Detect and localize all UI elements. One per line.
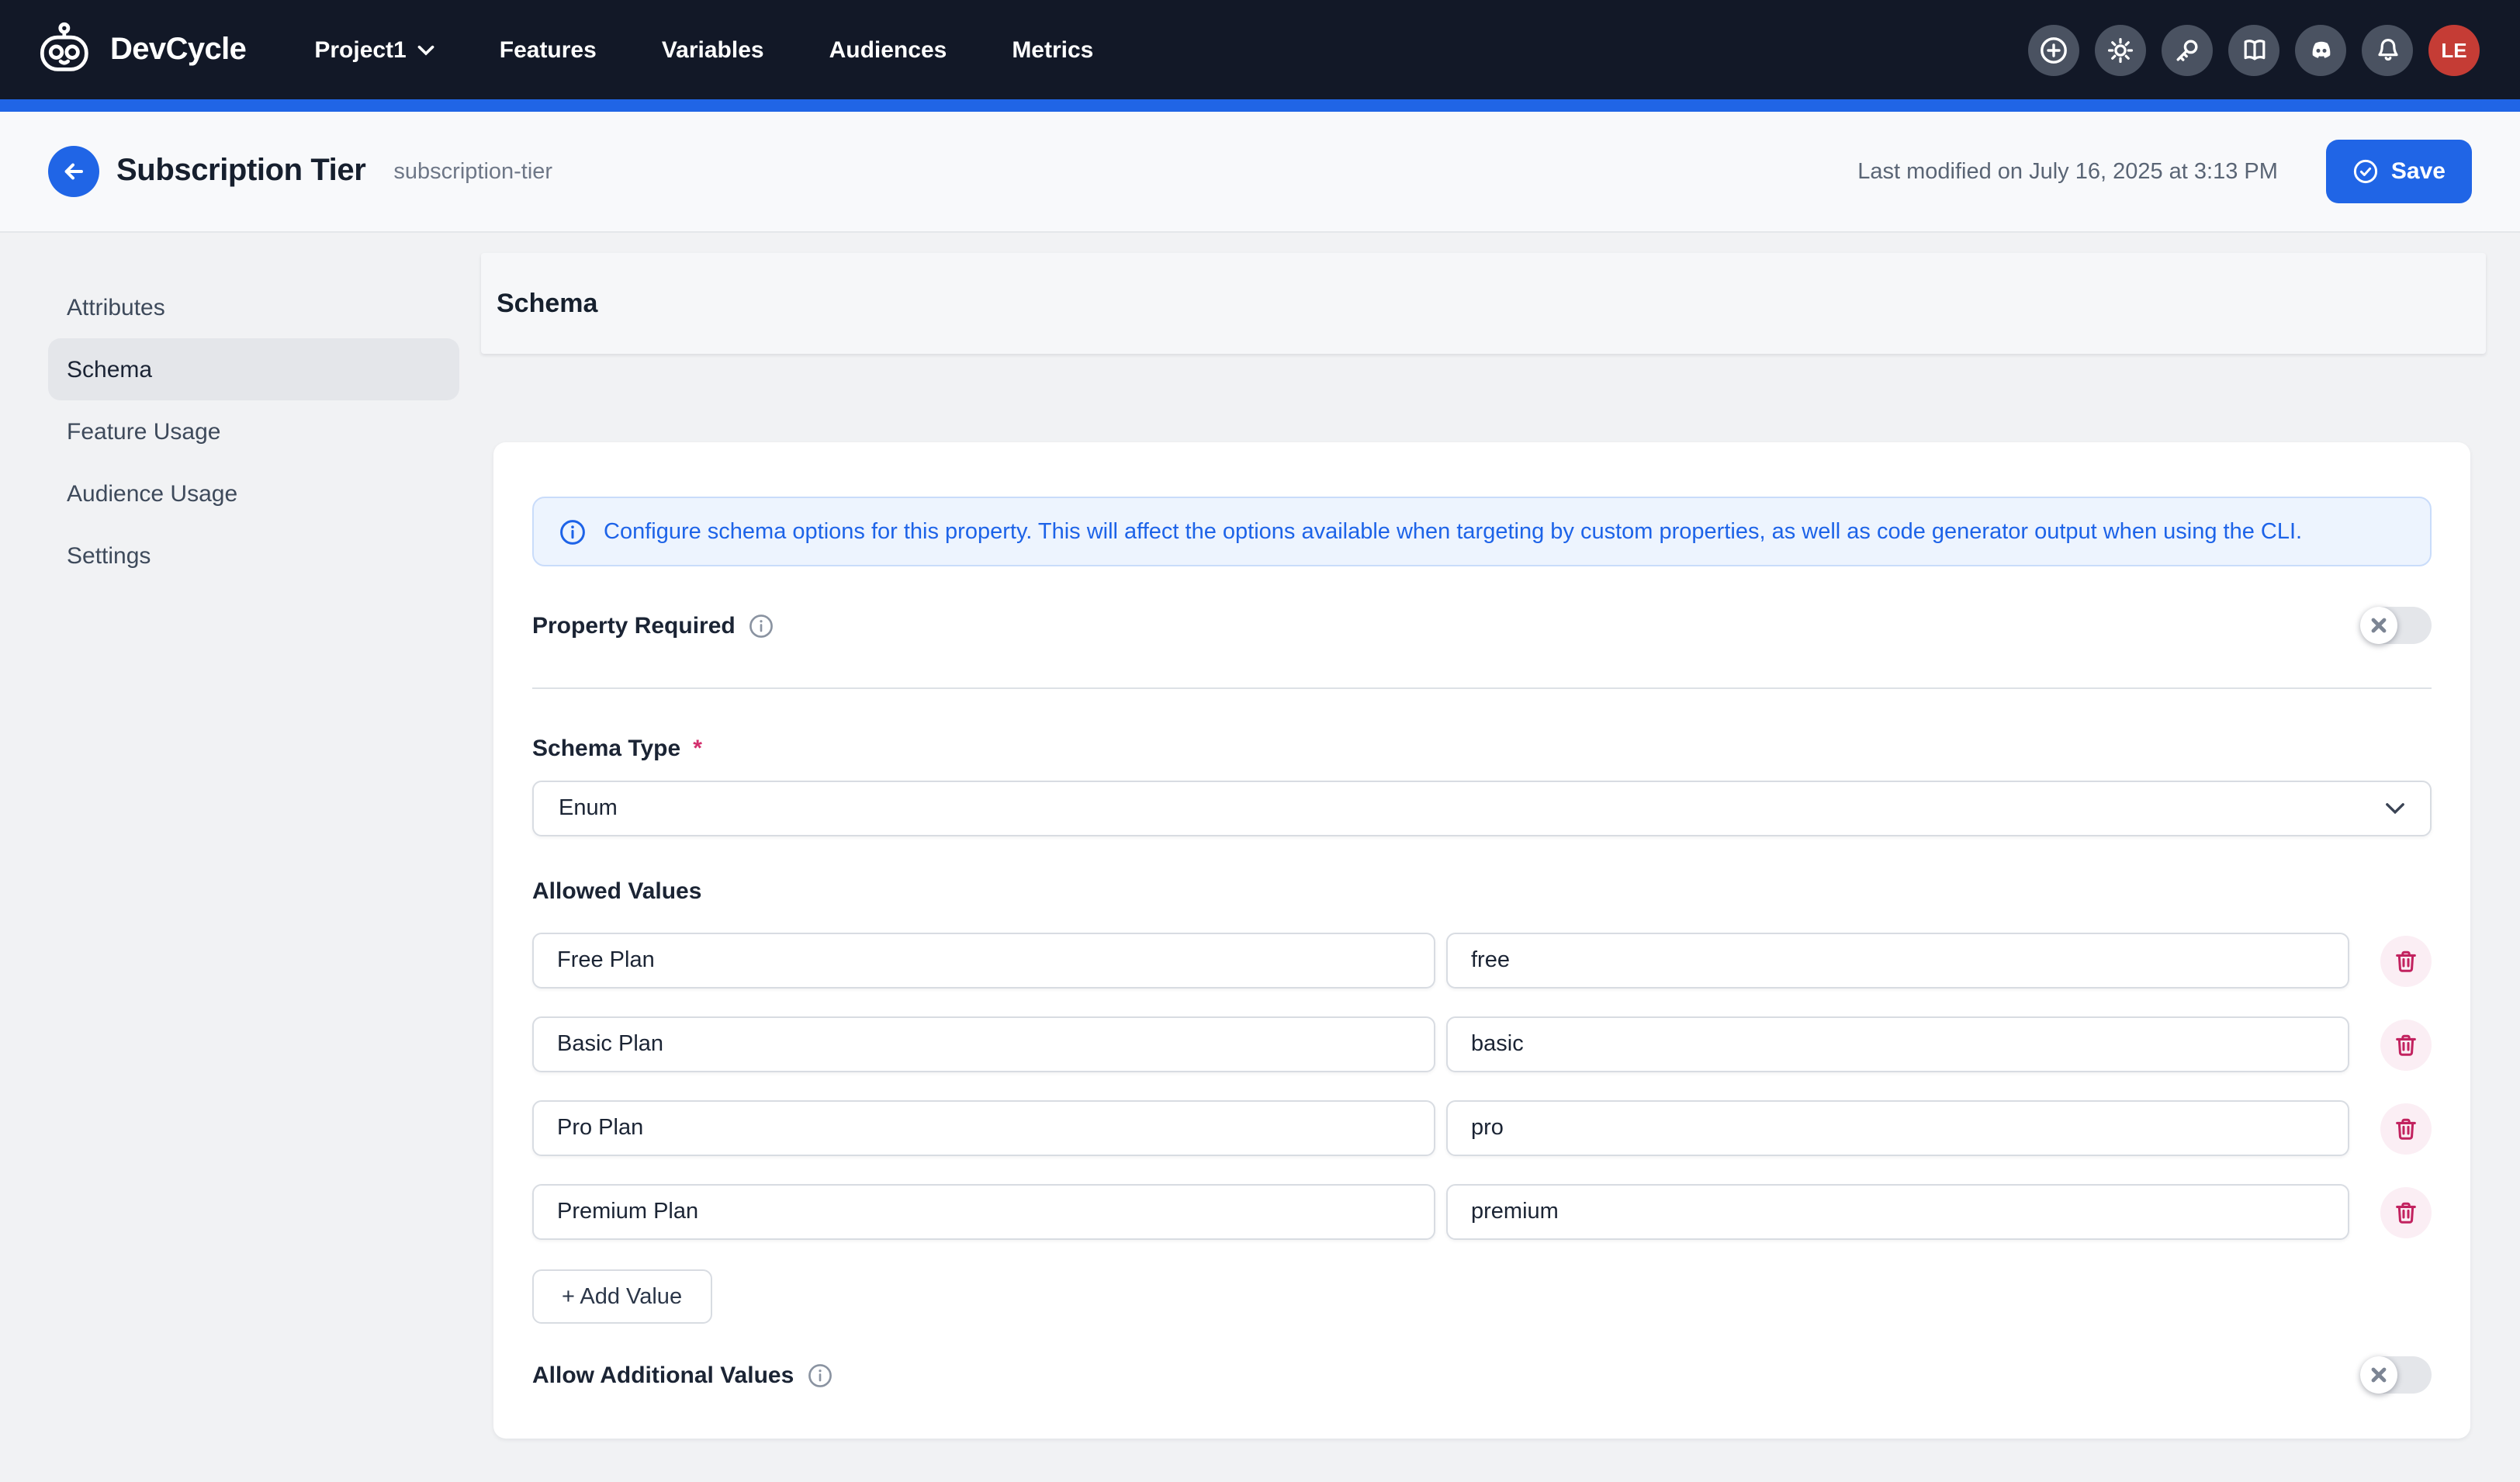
allow-additional-values-label: Allow Additional Values [532,1362,832,1388]
value-label-input[interactable] [532,1184,1435,1240]
chevron-down-icon [2385,802,2405,815]
schema-type-label: Schema Type * [532,736,2432,762]
brand-name: DevCycle [110,32,246,68]
settings-button[interactable] [2095,24,2146,75]
documentation-button[interactable] [2228,24,2279,75]
property-key: subscription-tier [393,159,552,184]
info-banner: Configure schema options for this proper… [532,497,2432,566]
value-label-input[interactable] [532,1016,1435,1072]
allowed-values-label: Allowed Values [532,878,2432,905]
sidebar-item-feature-usage[interactable]: Feature Usage [48,400,459,462]
last-modified-text: Last modified on July 16, 2025 at 3:13 P… [1857,159,2278,184]
value-key-input[interactable] [1446,1016,2349,1072]
check-circle-icon [2352,158,2379,185]
discord-icon [2307,36,2335,64]
value-label-input[interactable] [532,933,1435,989]
accent-strip [0,99,2520,112]
page-title: Subscription Tier [116,154,365,189]
nav-actions: LE [2028,24,2480,75]
notifications-button[interactable] [2362,24,2413,75]
arrow-left-icon [61,158,87,185]
value-key-input[interactable] [1446,933,2349,989]
save-button[interactable]: Save [2326,140,2472,203]
plus-circle-icon [2039,35,2068,64]
user-avatar[interactable]: LE [2428,24,2480,75]
delete-value-button[interactable] [2380,1103,2432,1154]
nav-item-features[interactable]: Features [500,36,597,63]
allowed-values-list [532,933,2432,1240]
chevron-down-icon [417,44,434,55]
delete-value-button[interactable] [2380,935,2432,986]
create-new-button[interactable] [2028,24,2079,75]
add-value-button[interactable]: + Add Value [532,1269,711,1324]
trash-icon [2393,1031,2419,1058]
allowed-value-row [532,1100,2432,1156]
info-icon [559,518,587,545]
book-icon [2240,36,2268,64]
top-nav: DevCycle Project1 Features Variables Aud… [0,0,2520,99]
bell-icon [2373,36,2401,64]
page-header: Subscription Tier subscription-tier Last… [0,112,2520,233]
property-required-label: Property Required [532,612,774,639]
key-icon [2172,35,2202,64]
nav-item-metrics[interactable]: Metrics [1012,36,1093,63]
value-key-input[interactable] [1446,1100,2349,1156]
sidebar-item-schema[interactable]: Schema [48,338,459,400]
sidebar-item-audience-usage[interactable]: Audience Usage [48,462,459,525]
nav-item-variables[interactable]: Variables [662,36,764,63]
value-key-input[interactable] [1446,1184,2349,1240]
required-asterisk: * [693,736,702,762]
brand-logo[interactable]: DevCycle [37,20,246,79]
trash-icon [2393,947,2419,974]
allowed-value-row [532,1184,2432,1240]
property-required-toggle[interactable] [2360,607,2432,644]
allow-additional-values-toggle[interactable] [2360,1356,2432,1394]
toggle-knob-off-icon [2360,1356,2397,1394]
nav-menu: Project1 Features Variables Audiences Me… [314,36,1093,63]
discord-button[interactable] [2295,24,2346,75]
divider [532,687,2432,689]
trash-icon [2393,1199,2419,1225]
allowed-value-row [532,1016,2432,1072]
info-circle-icon[interactable] [748,612,774,639]
delete-value-button[interactable] [2380,1019,2432,1070]
page: DevCycle Project1 Features Variables Aud… [0,0,2520,1482]
schema-type-value: Enum [559,796,618,821]
content: Attributes Schema Feature Usage Audience… [0,233,2520,1482]
main-panel: Schema Configure schema options for this… [481,253,2486,1482]
sidebar-item-attributes[interactable]: Attributes [48,276,459,338]
sidebar-item-settings[interactable]: Settings [48,525,459,587]
nav-item-audiences[interactable]: Audiences [829,36,947,63]
info-circle-icon[interactable] [806,1362,832,1388]
section-title: Schema [481,253,2486,354]
trash-icon [2393,1115,2419,1141]
devcycle-robot-icon [37,20,96,79]
sidebar: Attributes Schema Feature Usage Audience… [48,276,459,587]
info-banner-text: Configure schema options for this proper… [604,519,2302,544]
delete-value-button[interactable] [2380,1186,2432,1238]
toggle-knob-off-icon [2360,607,2397,644]
value-label-input[interactable] [532,1100,1435,1156]
allowed-value-row [532,933,2432,989]
gear-icon [2106,35,2135,64]
schema-card: Configure schema options for this proper… [493,442,2470,1439]
project-selector[interactable]: Project1 [314,36,434,63]
schema-type-select[interactable]: Enum [532,781,2432,836]
api-keys-button[interactable] [2162,24,2213,75]
back-button[interactable] [48,146,99,197]
